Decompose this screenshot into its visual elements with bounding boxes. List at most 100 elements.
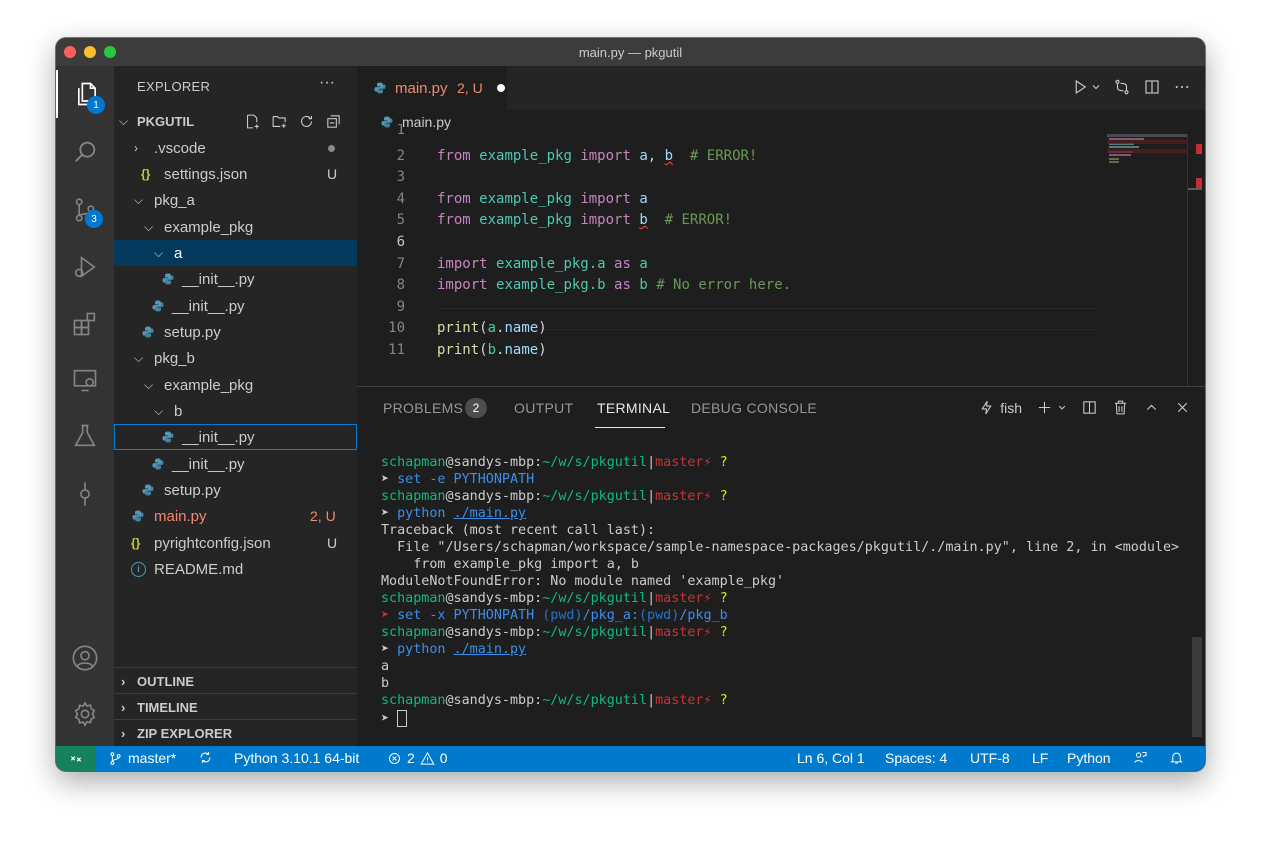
project-name: PKGUTIL: [137, 113, 195, 129]
new-folder-icon[interactable]: [271, 113, 288, 130]
more-actions-icon[interactable]: [1173, 78, 1191, 96]
warning-count: 0: [439, 750, 448, 766]
project-header[interactable]: ⌵ PKGUTIL: [114, 108, 357, 134]
tree-item-init-example-b[interactable]: __init__.py: [114, 451, 357, 477]
tab-main-py[interactable]: main.py 2, U: [357, 66, 507, 110]
terminal-prompt[interactable]: ➤: [381, 710, 408, 727]
tab-output[interactable]: OUTPUT: [514, 400, 573, 416]
activity-timeline[interactable]: [56, 470, 114, 518]
tree-label: settings.json: [164, 165, 248, 183]
line-number: 6: [396, 234, 405, 250]
terminal-line: schapman@sandys-mbp:~/w/s/pkgutil|master…: [381, 455, 728, 470]
new-file-icon[interactable]: [244, 113, 261, 130]
tree-item-vscode[interactable]: › .vscode: [114, 135, 357, 161]
activity-search[interactable]: [56, 128, 114, 176]
tree-item-example-pkg-b[interactable]: ⌵ example_pkg: [114, 372, 357, 398]
activity-explorer[interactable]: 1: [56, 70, 116, 118]
cursor-position[interactable]: Ln 6, Col 1: [797, 750, 865, 766]
tree-item-init-a[interactable]: __init__.py: [114, 266, 357, 292]
python-interpreter[interactable]: Python 3.10.1 64-bit: [234, 750, 359, 766]
code-editor[interactable]: 1 2 from example_pkg import a, b # ERROR…: [357, 124, 1187, 414]
code-line: 1: [357, 124, 1187, 136]
tree-item-example-pkg-a[interactable]: ⌵ example_pkg: [114, 214, 357, 240]
tree-item-pkg-b[interactable]: ⌵ pkg_b: [114, 345, 357, 371]
tree-item-settings-json[interactable]: {} settings.json U: [114, 161, 357, 187]
chevron-down-icon[interactable]: [1091, 78, 1101, 96]
compare-changes-icon[interactable]: [1113, 78, 1131, 96]
terminal-scrollbar[interactable]: [1192, 637, 1202, 737]
refresh-icon[interactable]: [298, 113, 315, 130]
tree-item-b-folder[interactable]: ⌵ b: [114, 398, 357, 424]
tree-label: setup.py: [164, 481, 221, 499]
panel-tabs: PROBLEMS 2 OUTPUT TERMINAL DEBUG CONSOLE…: [357, 387, 1205, 431]
editor-actions: [1071, 78, 1191, 96]
extensions-icon: [73, 312, 96, 336]
unsaved-dot-icon[interactable]: [497, 84, 505, 92]
problems-status[interactable]: 2 0: [387, 750, 448, 766]
explorer-more-button[interactable]: ···: [319, 74, 335, 92]
run-debug-icon: [74, 256, 96, 278]
activity-bar: 1 3: [56, 66, 114, 746]
section-zip-explorer[interactable]: › ZIP EXPLORER: [114, 719, 357, 746]
branch-status[interactable]: master*: [108, 750, 176, 766]
code-line: 4 from example_pkg import a: [357, 188, 1187, 210]
minimap[interactable]: [1107, 134, 1187, 414]
activity-run-debug[interactable]: [56, 243, 114, 291]
tree-label: example_pkg: [164, 218, 254, 236]
feedback-button[interactable]: [1133, 750, 1148, 765]
tree-item-main-py[interactable]: main.py 2, U: [114, 503, 357, 529]
collapse-all-icon[interactable]: [325, 113, 342, 130]
tree-item-init-example-a[interactable]: __init__.py: [114, 293, 357, 319]
activity-testing[interactable]: [56, 412, 114, 460]
activity-accounts[interactable]: [56, 634, 114, 682]
terminal-output[interactable]: schapman@sandys-mbp:~/w/s/pkgutil|master…: [381, 455, 1191, 745]
tree-item-setup-b[interactable]: setup.py: [114, 477, 357, 503]
code-line: 9: [357, 296, 1187, 318]
split-terminal-icon[interactable]: [1081, 399, 1098, 416]
remote-indicator[interactable]: [56, 746, 96, 771]
sync-status[interactable]: [198, 750, 213, 765]
python-file-icon: [152, 300, 164, 312]
terminal-line: schapman@sandys-mbp:~/w/s/pkgutil|master…: [381, 591, 728, 606]
close-panel-icon[interactable]: [1174, 399, 1191, 416]
tree-item-a-folder[interactable]: ⌵ a: [114, 240, 357, 266]
activity-remote-explorer[interactable]: [56, 356, 114, 404]
section-outline[interactable]: › OUTLINE: [114, 667, 357, 694]
tree-label: example_pkg: [164, 376, 254, 394]
line-source: import example_pkg.a as a: [437, 256, 648, 272]
encoding[interactable]: UTF-8: [970, 750, 1010, 766]
activity-extensions[interactable]: [56, 300, 114, 348]
maximize-panel-icon[interactable]: [1143, 399, 1160, 416]
terminal-line: File "/Users/schapman/workspace/sample-n…: [381, 540, 1180, 555]
terminal-line: schapman@sandys-mbp:~/w/s/pkgutil|master…: [381, 693, 728, 708]
chevron-down-icon[interactable]: [1057, 399, 1067, 416]
run-icon[interactable]: [1071, 78, 1089, 96]
tree-item-setup-a[interactable]: setup.py: [114, 319, 357, 345]
trash-icon[interactable]: [1112, 399, 1129, 416]
line-source: print(a.name): [437, 320, 547, 336]
end-of-line[interactable]: LF: [1032, 750, 1048, 766]
new-terminal-icon[interactable]: [1036, 399, 1053, 416]
tab-terminal[interactable]: TERMINAL: [597, 400, 670, 416]
tab-debug-console[interactable]: DEBUG CONSOLE: [691, 400, 817, 416]
terminal-line: Traceback (most recent call last):: [381, 523, 656, 538]
tab-problems[interactable]: PROBLEMS: [383, 400, 463, 416]
indentation[interactable]: Spaces: 4: [885, 750, 947, 766]
flask-icon: [74, 424, 96, 447]
code-line: 2 from example_pkg import a, b # ERROR!: [357, 145, 1187, 167]
tree-item-pyrightconfig[interactable]: {} pyrightconfig.json U: [114, 530, 357, 556]
activity-source-control[interactable]: 3: [56, 186, 114, 234]
notifications-button[interactable]: [1169, 750, 1184, 765]
tree-item-init-b[interactable]: __init__.py: [114, 424, 357, 450]
language-mode[interactable]: Python: [1067, 750, 1111, 766]
editor-scrollbar[interactable]: [1187, 134, 1202, 414]
tree-item-readme[interactable]: i README.md: [114, 556, 357, 582]
terminal-selector[interactable]: fish: [978, 399, 1022, 416]
terminal-line: from example_pkg import a, b: [381, 557, 639, 572]
tree-item-pkg-a[interactable]: ⌵ pkg_a: [114, 187, 357, 213]
section-timeline[interactable]: › TIMELINE: [114, 693, 357, 720]
code-line: 10 print(a.name): [357, 317, 1187, 339]
activity-manage[interactable]: [56, 690, 114, 738]
split-editor-icon[interactable]: [1143, 78, 1161, 96]
panel-actions: fish: [978, 399, 1191, 416]
